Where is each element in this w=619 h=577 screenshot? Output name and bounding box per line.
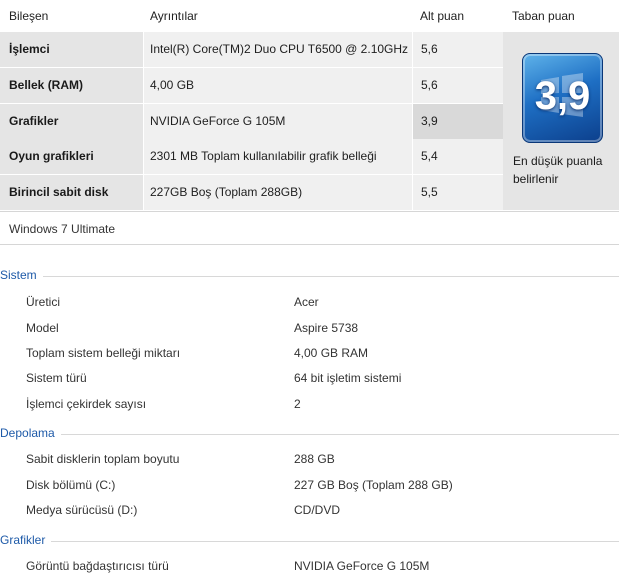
row-details: 227GB Boş (Toplam 288GB): [144, 175, 412, 210]
item-label: Görüntü bağdaştırıcısı türü: [26, 559, 169, 573]
item-label: Üretici: [26, 295, 61, 309]
item-value: NVIDIA GeForce G 105M: [294, 559, 430, 573]
section-system-header[interactable]: Sistem: [0, 268, 619, 284]
table-row: Birincil sabit disk 227GB Boş (Toplam 28…: [0, 175, 503, 211]
item-label: Sistem türü: [26, 371, 87, 385]
section-graphics-header[interactable]: Grafikler: [0, 533, 619, 549]
section-title: Sistem: [0, 268, 43, 282]
row-subscore: 5,4: [413, 139, 503, 174]
base-score-panel: 3,9 En düşük puanla belirlenir: [503, 32, 619, 210]
header-basescore[interactable]: Taban puan: [512, 9, 575, 23]
divider: [48, 541, 619, 542]
os-name: Windows 7 Ultimate: [0, 211, 619, 245]
list-item: Görüntü bağdaştırıcısı türü NVIDIA GeFor…: [0, 559, 619, 577]
list-item: Sistem türü 64 bit işletim sistemi: [0, 371, 619, 389]
item-label: Medya sürücüsü (D:): [26, 503, 138, 517]
item-value: Acer: [294, 295, 319, 309]
table-row: Oyun grafikleri 2301 MB Toplam kullanıla…: [0, 139, 503, 175]
section-title: Grafikler: [0, 533, 52, 547]
header-details[interactable]: Ayrıntılar: [150, 9, 198, 23]
row-details: 2301 MB Toplam kullanılabilir grafik bel…: [144, 139, 412, 174]
table-header: Bileşen Ayrıntılar Alt puan Taban puan: [0, 0, 619, 32]
item-label: Disk bölümü (C:): [26, 478, 116, 492]
row-component: Grafikler: [0, 104, 143, 139]
item-value: CD/DVD: [294, 503, 341, 517]
item-label: Toplam sistem belleği miktarı: [26, 346, 181, 360]
list-item: Sabit disklerin toplam boyutu 288 GB: [0, 452, 619, 470]
list-item: Toplam sistem belleği miktarı 4,00 GB RA…: [0, 346, 619, 364]
row-details: NVIDIA GeForce G 105M: [144, 104, 412, 139]
divider: [38, 276, 619, 277]
list-item: Model Aspire 5738: [0, 321, 619, 339]
table-row: İşlemci Intel(R) Core(TM)2 Duo CPU T6500…: [0, 32, 503, 68]
item-label: Sabit disklerin toplam boyutu: [26, 452, 180, 466]
section-title: Depolama: [0, 426, 61, 440]
item-label: İşlemci çekirdek sayısı: [26, 397, 147, 411]
item-value: 64 bit işletim sistemi: [294, 371, 402, 385]
row-component: Bellek (RAM): [0, 68, 143, 103]
list-item: İşlemci çekirdek sayısı 2: [0, 397, 619, 415]
item-value: 4,00 GB RAM: [294, 346, 369, 360]
row-component: Oyun grafikleri: [0, 139, 143, 174]
row-details: 4,00 GB: [144, 68, 412, 103]
table-row: Bellek (RAM) 4,00 GB 5,6: [0, 68, 503, 104]
list-item: Üretici Acer: [0, 295, 619, 313]
base-score-badge: 3,9: [522, 53, 603, 143]
row-subscore: 5,6: [413, 68, 503, 103]
base-score-value: 3,9: [534, 74, 591, 118]
list-item: Disk bölümü (C:) 227 GB Boş (Toplam 288 …: [0, 478, 619, 496]
row-subscore-lowest: 3,9: [413, 104, 503, 139]
section-storage-header[interactable]: Depolama: [0, 426, 619, 442]
row-component: Birincil sabit disk: [0, 175, 143, 210]
list-item: Medya sürücüsü (D:) CD/DVD: [0, 503, 619, 521]
item-value: 2: [294, 397, 301, 411]
header-subscore[interactable]: Alt puan: [420, 9, 464, 23]
item-value: Aspire 5738: [294, 321, 359, 335]
item-value: 227 GB Boş (Toplam 288 GB): [294, 478, 453, 492]
item-label: Model: [26, 321, 59, 335]
row-subscore: 5,6: [413, 32, 503, 67]
row-subscore: 5,5: [413, 175, 503, 210]
item-value: 288 GB: [294, 452, 335, 466]
base-score-note: En düşük puanla belirlenir: [513, 154, 603, 186]
divider: [50, 434, 619, 435]
table-row: Grafikler NVIDIA GeForce G 105M 3,9: [0, 104, 503, 140]
row-component: İşlemci: [0, 32, 143, 67]
row-details: Intel(R) Core(TM)2 Duo CPU T6500 @ 2.10G…: [144, 32, 412, 67]
header-component[interactable]: Bileşen: [9, 9, 48, 23]
